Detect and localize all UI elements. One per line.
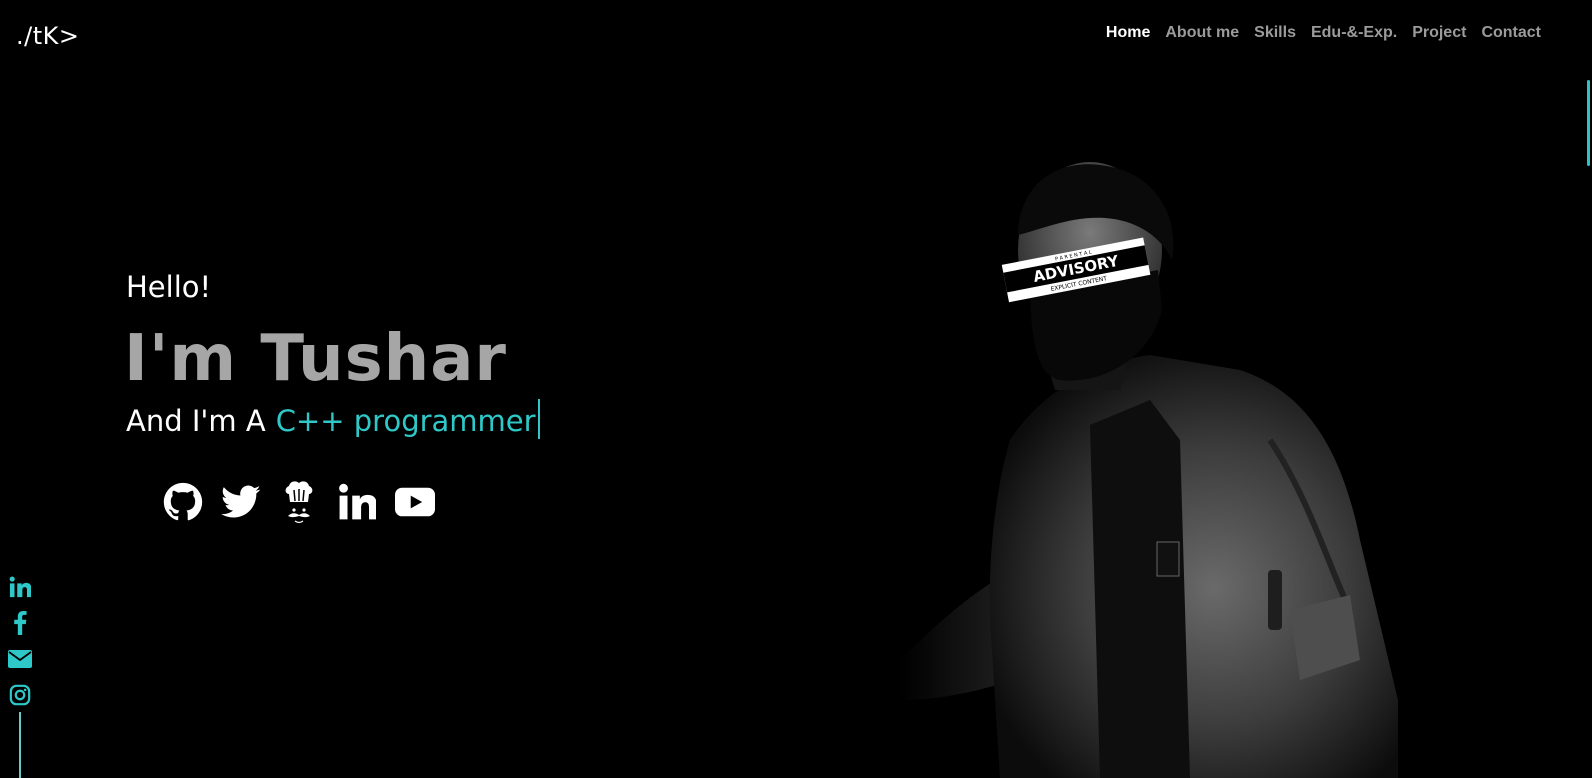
site-logo[interactable]: ./tK>	[16, 22, 79, 50]
github-icon[interactable]	[163, 480, 203, 524]
nav-about-me[interactable]: About me	[1165, 24, 1239, 42]
nav-edu-exp[interactable]: Edu-&-Exp.	[1311, 24, 1397, 42]
hero-greeting: Hello!	[126, 270, 212, 304]
hero-typed-role: C++ programmer	[275, 404, 536, 438]
side-social-divider	[19, 712, 21, 778]
hero-subtitle: And I'm A C++ programmer	[126, 399, 540, 439]
facebook-icon[interactable]	[8, 611, 32, 635]
profile-photo: ADVISORY P A R E N T A L EXPLICIT CONTEN…	[900, 162, 1398, 778]
nav-contact[interactable]: Contact	[1481, 24, 1541, 42]
linkedin-icon[interactable]	[8, 575, 32, 599]
top-nav: Home About me Skills Edu-&-Exp. Project …	[1106, 24, 1541, 42]
nav-project[interactable]: Project	[1412, 24, 1466, 42]
side-social-bar	[8, 575, 32, 707]
typing-cursor	[537, 399, 540, 439]
linkedin-icon[interactable]	[337, 480, 377, 524]
instagram-icon[interactable]	[8, 683, 32, 707]
hero-subtitle-prefix: And I'm A	[126, 404, 266, 438]
twitter-icon[interactable]	[221, 480, 261, 524]
youtube-icon[interactable]	[395, 480, 435, 524]
envelope-icon[interactable]	[8, 647, 32, 671]
hero-name: I'm Tushar	[124, 322, 507, 396]
nav-skills[interactable]: Skills	[1254, 24, 1296, 42]
codechef-icon[interactable]	[279, 480, 319, 524]
scrollbar-thumb[interactable]	[1587, 80, 1590, 166]
hero-social-links	[163, 480, 435, 524]
scrollbar[interactable]	[1584, 0, 1592, 778]
nav-home[interactable]: Home	[1106, 24, 1150, 42]
